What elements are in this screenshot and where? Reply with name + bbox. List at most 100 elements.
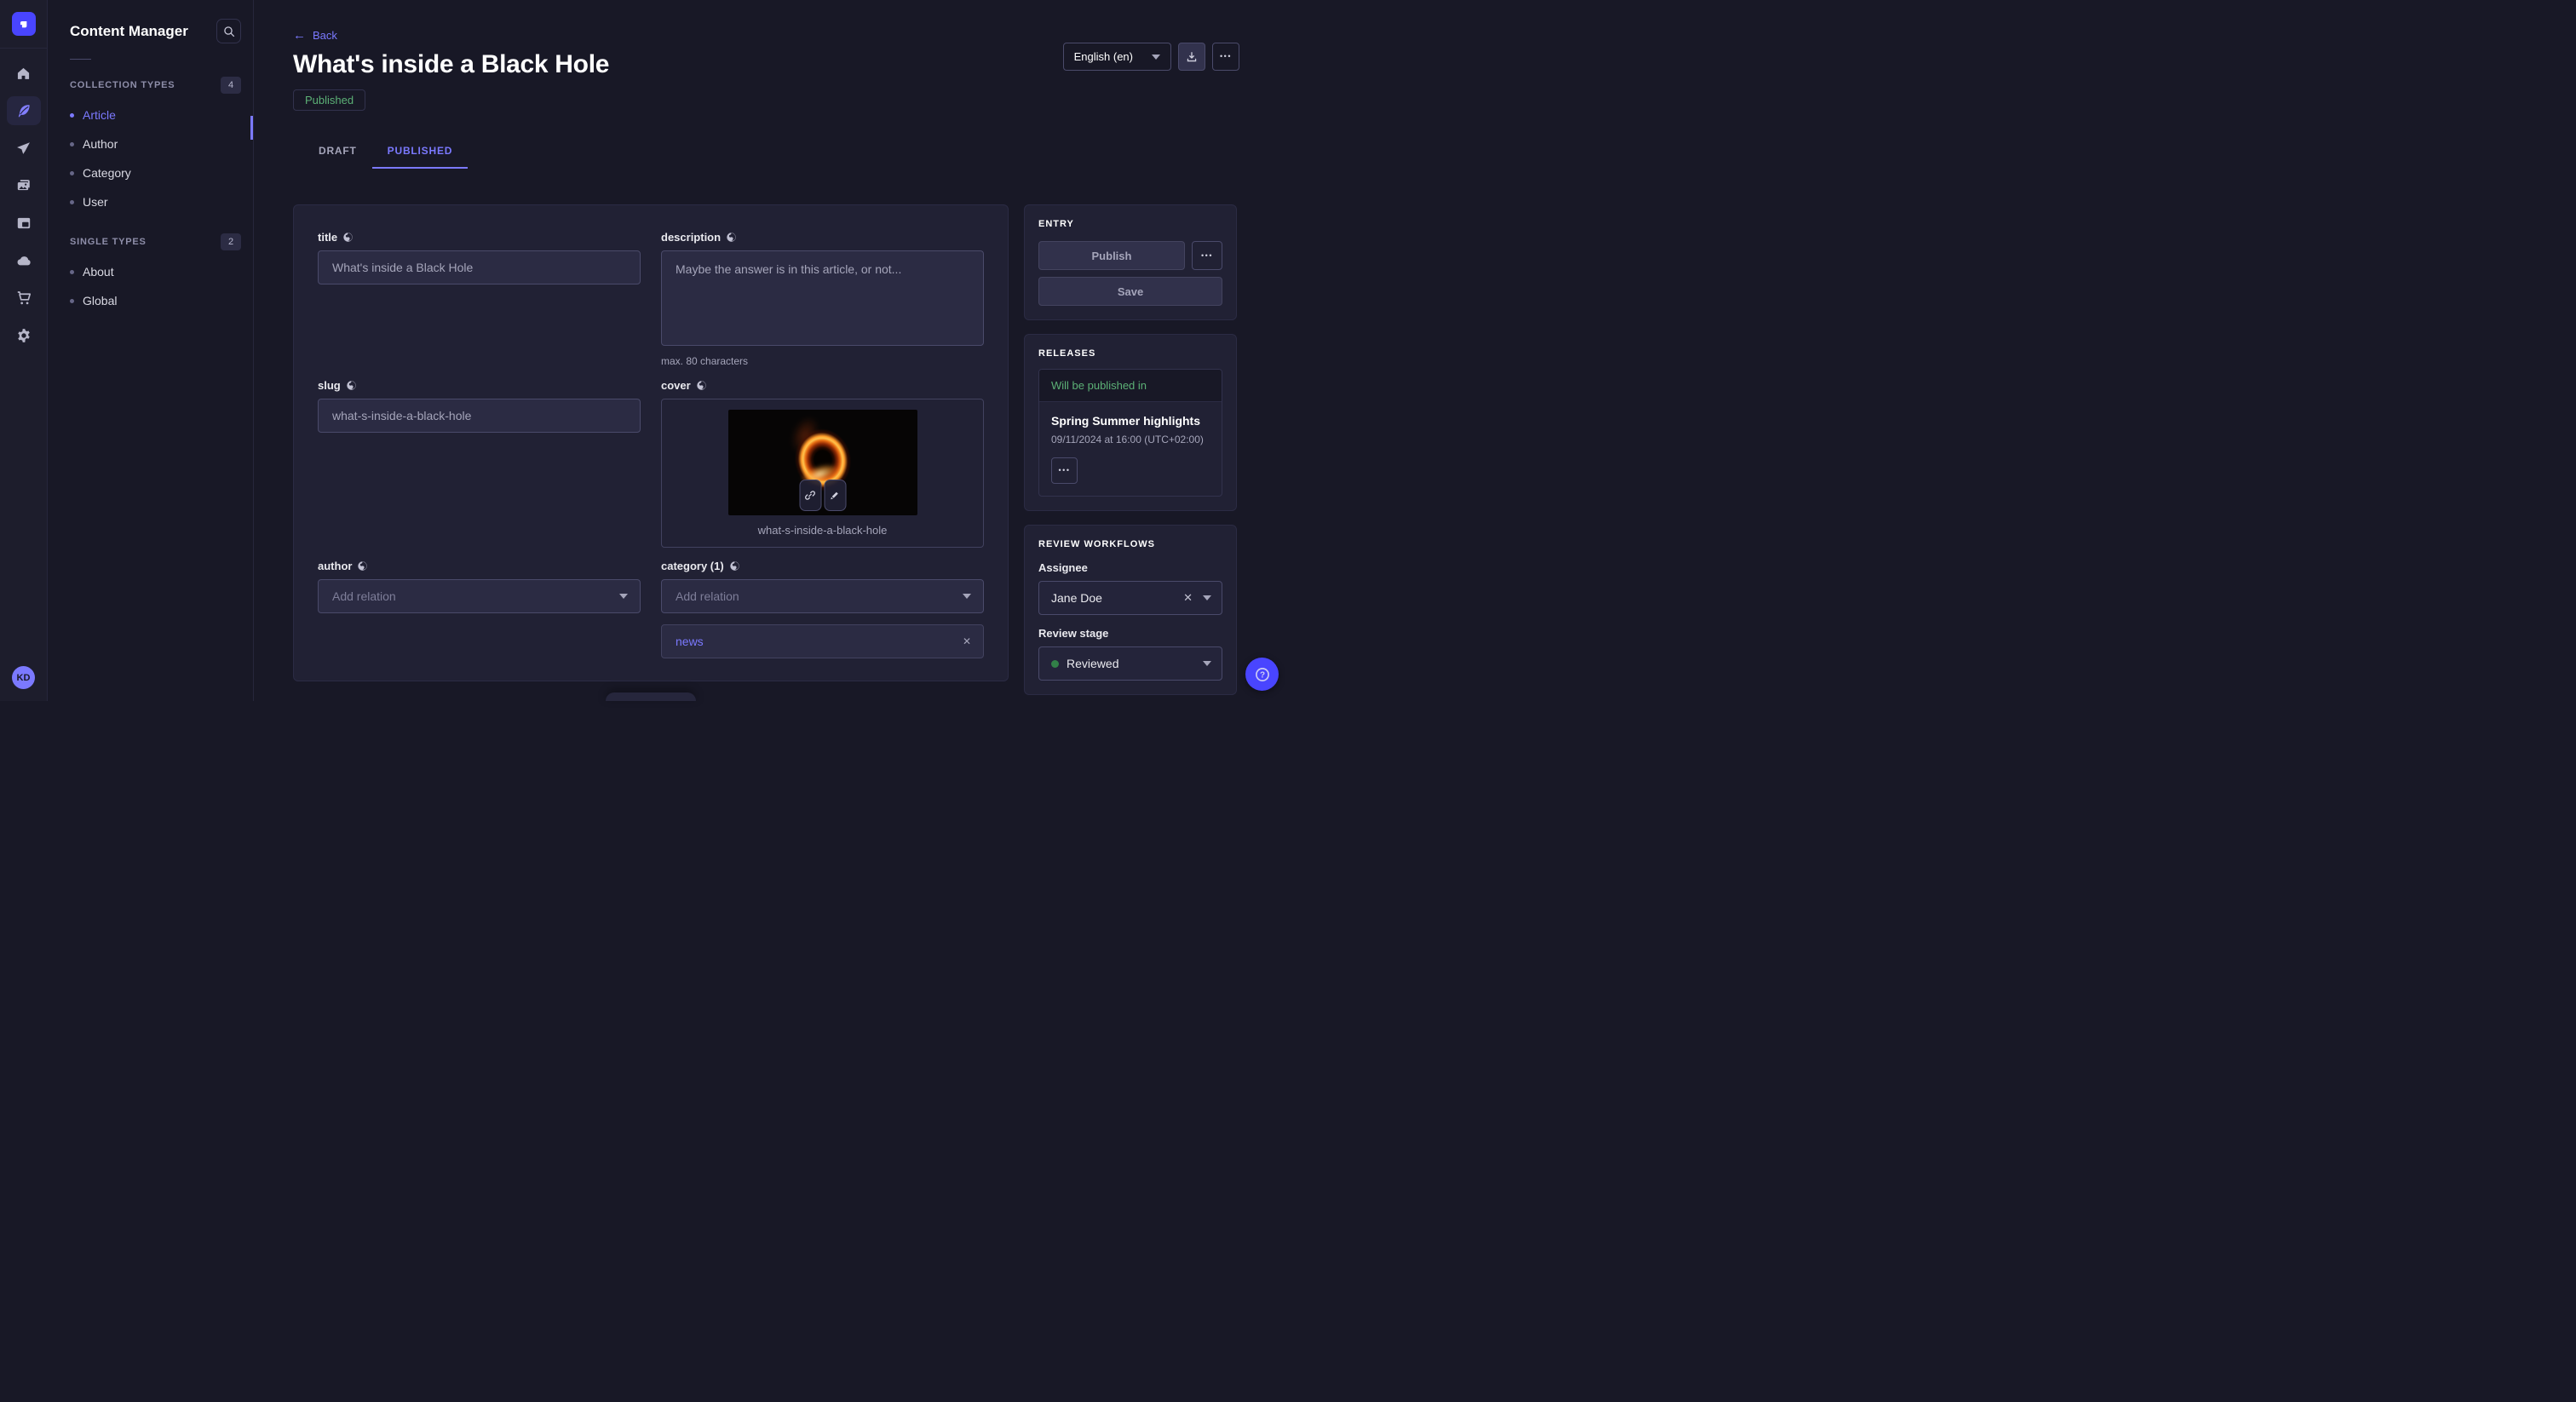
app-window: KD Content Manager COLLECTION TYPES 4 Ar… (0, 0, 1288, 701)
bullet-icon (70, 270, 74, 274)
category-field-label: category (1) (661, 560, 724, 572)
field-author: author Add relation (318, 560, 641, 613)
sidebar-item-user[interactable]: User (48, 187, 253, 216)
copy-link-button[interactable] (799, 480, 821, 511)
sidebar-item-article[interactable]: Article (48, 101, 253, 129)
sidebar-item-author[interactable]: Author (48, 129, 253, 158)
entry-more-button[interactable]: ••• (1192, 241, 1222, 270)
entry-form-panel: title description Maybe the answer is in… (293, 204, 1009, 681)
field-title: title (318, 231, 641, 284)
release-title: Spring Summer highlights (1051, 414, 1210, 428)
description-field-label: description (661, 231, 721, 244)
search-icon (223, 26, 235, 37)
section-label-collection-types: COLLECTION TYPES (70, 80, 175, 90)
slug-field-label: slug (318, 379, 341, 392)
save-button[interactable]: Save (1038, 277, 1222, 306)
title-input[interactable] (318, 250, 641, 284)
release-date: 09/11/2024 at 16:00 (UTC+02:00) (1051, 434, 1210, 445)
chevron-down-icon (1203, 661, 1211, 666)
chevron-down-icon (619, 594, 628, 599)
edit-image-button[interactable] (824, 480, 846, 511)
assignee-label: Assignee (1038, 561, 1222, 574)
release-card: Will be published in Spring Summer highl… (1038, 369, 1222, 497)
pencil-icon (830, 490, 841, 501)
bullet-icon (70, 200, 74, 204)
entry-panel: ENTRY Publish ••• Save (1024, 204, 1237, 320)
assignee-select[interactable]: Jane Doe ✕ (1038, 581, 1222, 615)
review-workflows-heading: REVIEW WORKFLOWS (1038, 539, 1222, 549)
content-manager-sidebar: Content Manager COLLECTION TYPES 4 Artic… (48, 0, 254, 701)
remove-relation-button[interactable]: ✕ (963, 635, 971, 647)
nav-divider (0, 48, 48, 49)
field-slug: slug (318, 379, 641, 433)
below-fold-element (606, 692, 696, 701)
sidebar-title: Content Manager (70, 23, 188, 40)
layout-icon[interactable] (7, 209, 41, 238)
author-relation-select[interactable]: Add relation (318, 579, 641, 613)
cover-filename: what-s-inside-a-black-hole (672, 524, 973, 537)
single-types-count-badge: 2 (221, 233, 241, 250)
publish-button[interactable]: Publish (1038, 241, 1185, 270)
globe-icon (346, 380, 357, 391)
link-icon (805, 490, 816, 501)
status-badge: Published (293, 89, 365, 111)
globe-icon (342, 232, 354, 243)
strapi-logo[interactable] (12, 12, 36, 36)
releases-heading: RELEASES (1038, 348, 1222, 359)
sidebar-item-category[interactable]: Category (48, 158, 253, 187)
tab-draft[interactable]: DRAFT (303, 138, 372, 169)
chevron-down-icon (1152, 55, 1160, 60)
bullet-icon (70, 113, 74, 118)
back-link[interactable]: ← Back (293, 29, 337, 42)
search-button[interactable] (216, 19, 241, 43)
description-textarea[interactable]: Maybe the answer is in this article, or … (661, 250, 984, 346)
user-avatar[interactable]: KD (12, 666, 35, 689)
globe-icon (726, 232, 737, 243)
ellipsis-icon: ••• (1201, 252, 1213, 260)
question-mark-icon: ? (1254, 666, 1271, 683)
cover-field-label: cover (661, 379, 691, 392)
cart-icon[interactable] (7, 284, 41, 313)
chevron-down-icon (1203, 595, 1211, 600)
strapi-logo-glyph (17, 18, 30, 31)
active-item-indicator (250, 116, 253, 140)
media-icon[interactable] (7, 171, 41, 200)
version-tabs: DRAFT PUBLISHED (303, 138, 1240, 169)
sidebar-divider (70, 59, 91, 60)
bullet-icon (70, 171, 74, 175)
title-field-label: title (318, 231, 337, 244)
cover-asset-card: what-s-inside-a-black-hole (661, 399, 984, 548)
sidebar-item-global[interactable]: Global (48, 286, 253, 315)
gear-icon[interactable] (7, 321, 41, 350)
author-field-label: author (318, 560, 352, 572)
help-button[interactable]: ? (1245, 658, 1279, 691)
review-stage-select[interactable]: Reviewed (1038, 646, 1222, 681)
bullet-icon (70, 142, 74, 147)
collection-types-count-badge: 4 (221, 77, 241, 94)
main-content: ← Back English (en) ••• What's inside a … (254, 0, 1288, 701)
paper-plane-icon[interactable] (7, 134, 41, 163)
back-arrow-icon: ← (293, 29, 306, 42)
stage-status-dot (1051, 660, 1059, 668)
release-more-button[interactable]: ••• (1051, 457, 1078, 484)
main-nav: KD (0, 0, 48, 701)
cover-image-black-hole (728, 410, 917, 515)
relation-link-news[interactable]: news (676, 635, 704, 648)
clear-assignee-button[interactable]: ✕ (1183, 591, 1193, 605)
header-more-button[interactable]: ••• (1212, 43, 1239, 71)
slug-input[interactable] (318, 399, 641, 433)
sidebar-item-about[interactable]: About (48, 257, 253, 286)
category-relation-select[interactable]: Add relation (661, 579, 984, 613)
relation-item-news: news ✕ (661, 624, 984, 658)
export-button[interactable] (1178, 43, 1205, 71)
bullet-icon (70, 299, 74, 303)
home-icon[interactable] (7, 59, 41, 88)
feather-icon[interactable] (7, 96, 41, 125)
tab-published[interactable]: PUBLISHED (372, 138, 469, 169)
chevron-down-icon (963, 594, 971, 599)
download-icon (1186, 51, 1198, 63)
entry-heading: ENTRY (1038, 219, 1222, 229)
locale-select[interactable]: English (en) (1063, 43, 1171, 71)
cloud-icon[interactable] (7, 246, 41, 275)
globe-icon (357, 560, 368, 572)
